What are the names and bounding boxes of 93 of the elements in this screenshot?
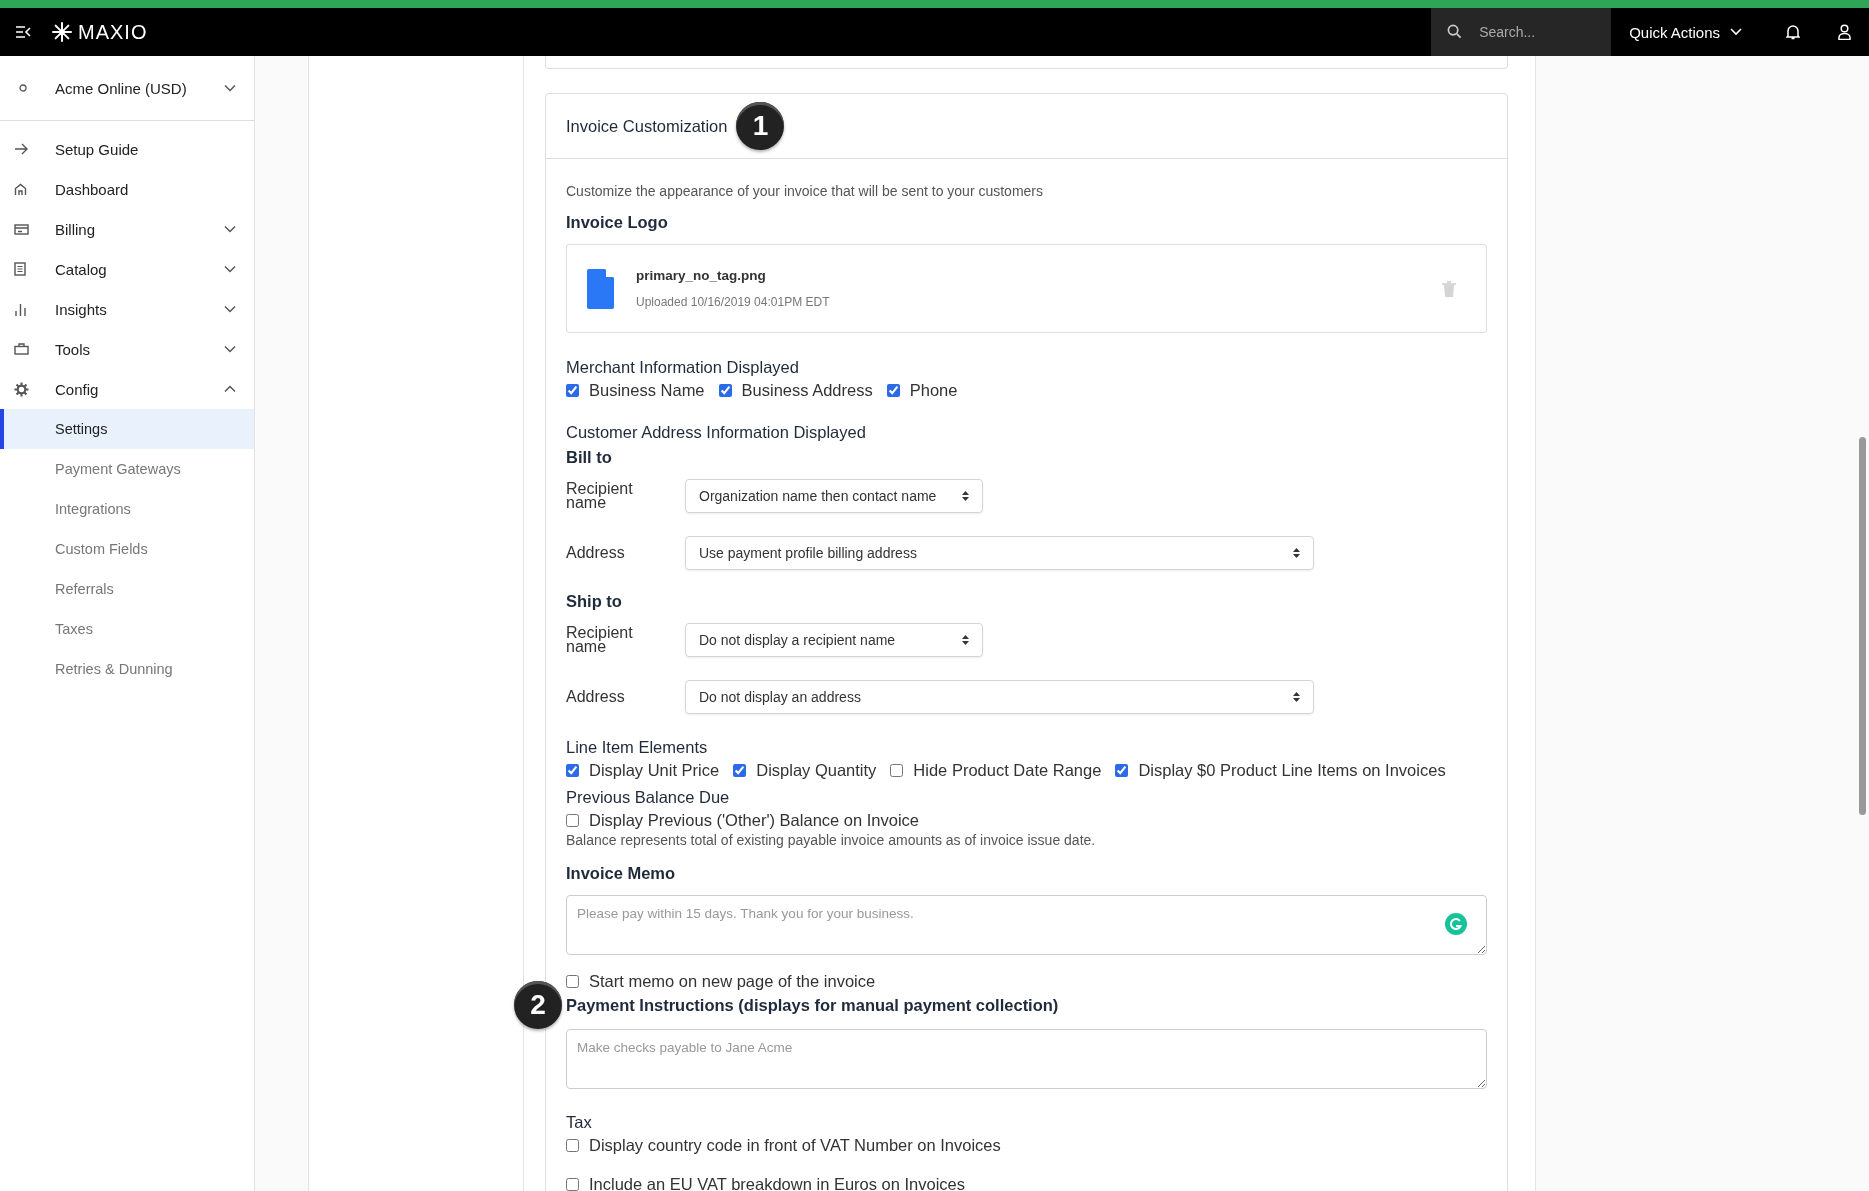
logo-text: MAXIO: [78, 20, 148, 44]
section-heading: Previous Balance Due: [566, 788, 731, 807]
section-heading: Invoice Memo: [566, 864, 677, 883]
card-title: Invoice Customization: [566, 116, 728, 136]
sidebar-item[interactable]: Config: [55, 380, 224, 398]
checkbox[interactable]: [886, 384, 900, 397]
sidebar-item[interactable]: Billing: [55, 220, 224, 238]
chevron-down-icon: [1730, 28, 1742, 36]
logo-star-icon: [52, 22, 72, 42]
search-field[interactable]: Search...: [1431, 8, 1612, 56]
sidebar-subitem[interactable]: Custom Fields: [0, 529, 254, 569]
select-dropdown[interactable]: Do not display an address: [685, 680, 1314, 714]
section-heading: Tax: [566, 1113, 593, 1132]
checkbox-label[interactable]: Display Quantity: [756, 761, 877, 780]
account-selector[interactable]: Acme Online (USD): [55, 79, 224, 97]
chevron-down-icon[interactable]: [224, 84, 236, 92]
checkbox[interactable]: [733, 764, 747, 777]
checkbox[interactable]: [890, 764, 904, 777]
checkbox[interactable]: [566, 1139, 579, 1152]
menu-collapse-icon[interactable]: [15, 25, 31, 39]
memo-textarea[interactable]: Please pay within 15 days. Thank you for your business.: [566, 895, 1487, 955]
checkbox[interactable]: [1115, 764, 1129, 777]
quick-actions-button[interactable]: Quick Actions: [1619, 8, 1752, 56]
field-label: Address: [566, 690, 626, 704]
sidebar-subitem[interactable]: Retries & Dunning: [0, 649, 254, 689]
sidebar-item[interactable]: Catalog: [55, 260, 224, 278]
briefcase-icon: [14, 343, 29, 355]
section-heading: Line Item Elements: [566, 738, 709, 757]
sidebar-subitem[interactable]: Settings: [0, 409, 254, 449]
checkbox-label[interactable]: Display country code in front of VAT Number on Invoices: [589, 1136, 1001, 1155]
bell-icon[interactable]: [1786, 24, 1800, 40]
field-label: Recipient name: [566, 482, 634, 510]
annotation-marker: 2: [514, 981, 562, 1029]
sidebar-item[interactable]: Dashboard: [55, 180, 236, 198]
checkbox-label[interactable]: Business Address: [741, 381, 873, 400]
checkbox[interactable]: [718, 384, 732, 397]
gear-icon: [14, 381, 29, 397]
checkbox[interactable]: [566, 1178, 579, 1191]
bar-chart-icon: [14, 302, 27, 316]
chevron-down-icon[interactable]: [224, 265, 236, 273]
chevron-down-icon[interactable]: [224, 305, 236, 313]
section-heading: Invoice Logo: [566, 213, 669, 232]
file-icon: [587, 268, 614, 309]
checkbox-label[interactable]: Phone: [909, 381, 958, 400]
circle-icon: [19, 84, 27, 92]
scrollbar-thumb[interactable]: [1859, 437, 1866, 815]
document-icon: [14, 262, 26, 276]
field-label: Recipient name: [566, 626, 634, 654]
chevron-up-icon[interactable]: [224, 385, 236, 393]
upload-date: Uploaded 10/16/2019 04:01PM EDT: [636, 295, 831, 309]
help-text: Balance represents total of existing payable invoice amounts as of invoice issue date.: [566, 832, 1097, 848]
chevron-down-icon[interactable]: [224, 225, 236, 233]
checkbox-label[interactable]: Display Previous ('Other') Balance on Invoice: [589, 811, 920, 830]
sort-arrows-icon: [962, 491, 969, 501]
file-name: primary_no_tag.png: [636, 268, 767, 283]
checkbox-label[interactable]: Display Unit Price: [589, 761, 720, 780]
checkbox-label[interactable]: Business Name: [589, 381, 705, 400]
annotation-marker: 1: [736, 102, 785, 150]
sidebar-item[interactable]: Setup Guide: [55, 140, 236, 158]
section-heading: Customer Address Information Displayed: [566, 423, 867, 442]
description-text: Customize the appearance of your invoice that will be sent to your customers: [566, 183, 1045, 199]
group-heading: Ship to: [566, 592, 623, 611]
section-heading: Payment Instructions (displays for manual payment collection): [566, 995, 1059, 1015]
field-label: Address: [566, 546, 626, 560]
checkbox[interactable]: [566, 384, 579, 397]
sidebar-subitem[interactable]: Integrations: [0, 489, 254, 529]
checkbox-label[interactable]: Include an EU VAT breakdown in Euros on Invoices: [589, 1175, 966, 1191]
checkbox[interactable]: [566, 975, 579, 988]
checkbox[interactable]: [566, 764, 579, 777]
sidebar-subitem[interactable]: Payment Gateways: [0, 449, 254, 489]
sort-arrows-icon: [1293, 692, 1300, 702]
user-icon[interactable]: [1838, 24, 1851, 40]
group-heading: Bill to: [566, 448, 613, 467]
checkbox-label[interactable]: Display $0 Product Line Items on Invoices: [1138, 761, 1446, 780]
chevron-down-icon[interactable]: [224, 345, 236, 353]
sidebar-subitem[interactable]: Referrals: [0, 569, 254, 609]
arrow-right-icon: [14, 143, 28, 155]
select-dropdown[interactable]: Organization name then contact name: [685, 479, 983, 513]
sidebar-subitem[interactable]: Taxes: [0, 609, 254, 649]
card-icon: [14, 223, 29, 235]
section-heading: Merchant Information Displayed: [566, 358, 800, 377]
sort-arrows-icon: [962, 635, 969, 645]
sidebar-item[interactable]: Insights: [55, 300, 224, 318]
checkbox[interactable]: [566, 814, 579, 827]
home-icon: [14, 182, 27, 196]
select-dropdown[interactable]: Do not display a recipient name: [685, 623, 983, 657]
checkbox-label[interactable]: Hide Product Date Range: [913, 761, 1102, 780]
search-icon: [1447, 24, 1463, 39]
sort-arrows-icon: [1293, 548, 1300, 558]
sidebar-item[interactable]: Tools: [55, 340, 224, 358]
payment-instructions-textarea[interactable]: Make checks payable to Jane Acme: [566, 1029, 1487, 1089]
checkbox-label[interactable]: Start memo on new page of the invoice: [589, 972, 876, 991]
select-dropdown[interactable]: Use payment profile billing address: [685, 536, 1314, 570]
